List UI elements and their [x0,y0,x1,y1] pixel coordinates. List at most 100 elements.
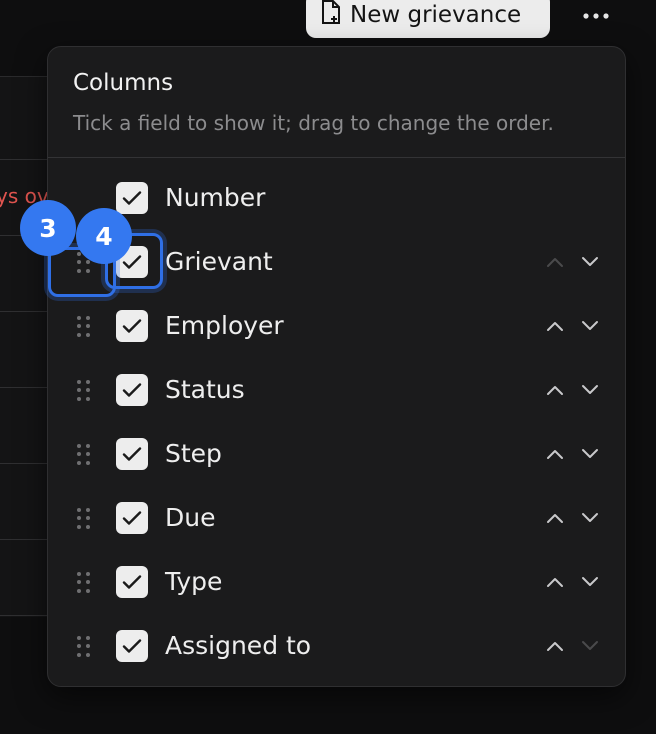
column-row-step[interactable]: Step [48,423,625,487]
chevron-down-icon [581,256,599,268]
divider [48,157,625,158]
move-down-due[interactable] [577,505,603,531]
grip-handle-step[interactable] [77,444,91,466]
move-down-type[interactable] [577,569,603,595]
checkbox-employer[interactable] [116,310,148,342]
grip-dot [77,380,81,384]
grip-dot [77,572,81,576]
checkbox-assigned-to[interactable] [116,630,148,662]
column-row-due[interactable]: Due [48,487,625,551]
move-up-employer[interactable] [542,313,568,339]
move-up-step[interactable] [542,441,568,467]
move-down-employer[interactable] [577,313,603,339]
grip-dot [77,636,81,640]
grip-dot [86,460,90,465]
column-row-employer[interactable]: Employer [48,295,625,359]
grip-dot [77,524,81,529]
checkmark-icon [122,318,142,334]
checkmark-icon [122,574,142,590]
move-up-assigned-to[interactable] [542,633,568,659]
file-plus-icon [320,0,342,31]
columns-popover: Columns Tick a field to show it; drag to… [47,46,626,687]
grip-dot [77,324,81,329]
grip-dot [77,460,81,465]
column-label: Type [165,567,223,596]
grip-dot [86,524,90,529]
grip-dot [77,652,81,657]
new-grievance-button[interactable]: New grievance [306,0,550,38]
grip-handle-due[interactable] [77,508,91,530]
move-up-grievant [542,249,568,275]
popover-title: Columns [73,70,174,96]
checkmark-icon [122,382,142,398]
grip-dot [86,636,90,640]
column-row-status[interactable]: Status [48,359,625,423]
grip-handle-assigned-to[interactable] [77,636,91,658]
grip-dot [86,316,90,320]
grip-dot [77,452,81,457]
popover-subtitle: Tick a field to show it; drag to change … [73,111,554,135]
chevron-down-icon [581,512,599,524]
grip-dot [77,588,81,593]
grip-dot [86,516,90,521]
move-down-grievant[interactable] [577,249,603,275]
grip-handle-type[interactable] [77,572,91,594]
chevron-up-icon [546,640,564,652]
checkbox-due[interactable] [116,502,148,534]
column-label: Step [165,439,222,468]
checkmark-icon [122,638,142,654]
checkbox-number[interactable] [116,182,148,214]
chevron-up-icon [546,320,564,332]
chevron-up-icon [546,448,564,460]
grip-dot [86,388,90,393]
marker-3-badge: 3 [20,200,76,256]
move-up-due[interactable] [542,505,568,531]
grip-dot [77,332,81,337]
grip-dot [77,644,81,649]
column-row-number[interactable]: Number [48,167,625,231]
checkbox-type[interactable] [116,566,148,598]
move-up-type[interactable] [542,569,568,595]
grip-dot [86,508,90,512]
grip-dot [77,396,81,401]
chevron-down-icon [581,640,599,652]
checkmark-icon [122,190,142,206]
column-row-assigned-to[interactable]: Assigned to [48,615,625,679]
grip-handle-status[interactable] [77,380,91,402]
grip-dot [86,396,90,401]
checkmark-icon [122,510,142,526]
chevron-up-icon [546,576,564,588]
grip-dot [77,516,81,521]
more-horizontal-icon [583,4,609,23]
chevron-down-icon [581,448,599,460]
chevron-up-icon [546,384,564,396]
chevron-down-icon [581,576,599,588]
chevron-down-icon [581,320,599,332]
move-up-status[interactable] [542,377,568,403]
move-down-step[interactable] [577,441,603,467]
column-row-type[interactable]: Type [48,551,625,615]
grip-dot [86,580,90,585]
checkbox-status[interactable] [116,374,148,406]
chevron-up-icon [546,256,564,268]
grip-dot [86,444,90,448]
move-down-status[interactable] [577,377,603,403]
grip-dot [86,332,90,337]
more-options-button[interactable] [576,0,616,26]
grip-dot [86,452,90,457]
grip-handle-employer[interactable] [77,316,91,338]
grip-dot [77,580,81,585]
grip-dot [77,316,81,320]
grip-dot [86,644,90,649]
new-grievance-label: New grievance [350,2,522,28]
move-down-assigned-to [577,633,603,659]
checkbox-step[interactable] [116,438,148,470]
chevron-up-icon [546,512,564,524]
grip-dot [77,388,81,393]
column-label: Grievant [165,247,273,276]
grip-dot [77,444,81,448]
column-label: Number [165,183,266,212]
marker-4-badge: 4 [76,208,132,264]
chevron-down-icon [581,384,599,396]
grip-dot [77,508,81,512]
